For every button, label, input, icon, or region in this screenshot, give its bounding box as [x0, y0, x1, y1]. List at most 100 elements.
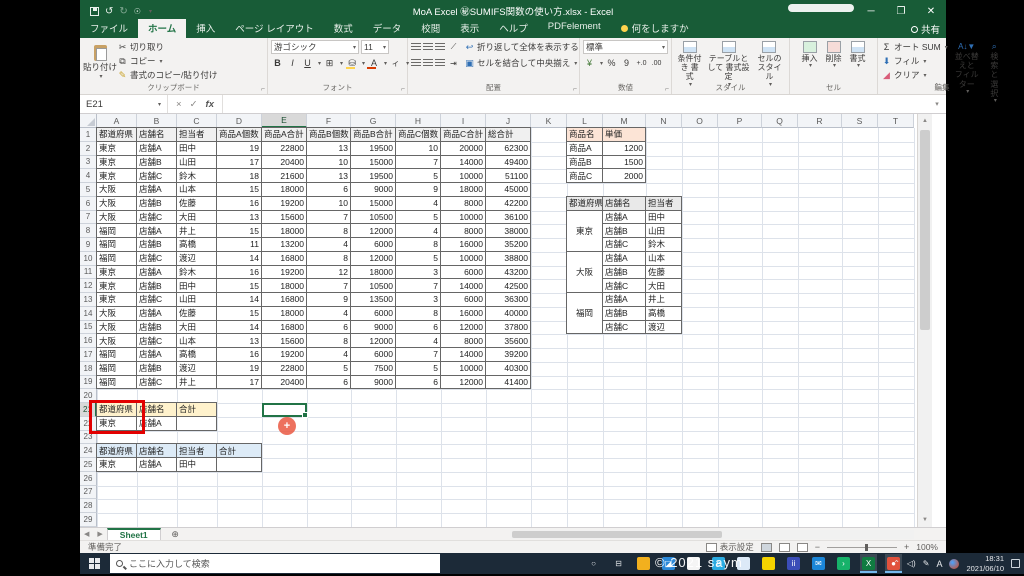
cell[interactable]: 10000 [441, 251, 486, 266]
cell[interactable]: 7 [307, 279, 351, 293]
cell[interactable]: 1200 [603, 141, 646, 156]
cell[interactable]: 19 [217, 361, 262, 376]
cell[interactable]: 山田 [177, 293, 217, 307]
cell[interactable]: 45000 [486, 183, 531, 197]
cell[interactable]: 19200 [262, 196, 307, 211]
cell[interactable]: 店舗A [137, 458, 177, 472]
formula-input[interactable] [223, 95, 928, 113]
taskbar-app-mail[interactable]: ✉ [810, 554, 827, 573]
sheet-nav-prev-icon[interactable]: ◀ [80, 530, 93, 538]
cell[interactable]: 6000 [351, 306, 396, 321]
horizontal-scroll-thumb[interactable] [512, 531, 722, 538]
cell[interactable]: 8000 [441, 334, 486, 348]
cell[interactable]: 4 [307, 306, 351, 321]
taskbar-app-task-view[interactable]: ⊟ [610, 554, 627, 573]
cell[interactable]: 商品名 [567, 128, 603, 142]
cell[interactable]: 22800 [262, 361, 307, 376]
cell[interactable]: 店舗C [137, 251, 177, 266]
cell[interactable]: 4 [307, 238, 351, 252]
cell[interactable]: 大田 [177, 320, 217, 335]
column-header-L[interactable]: L [567, 114, 603, 128]
cell[interactable]: 店舗B [603, 306, 646, 321]
clear-button[interactable]: ◢ クリア ▾ [881, 68, 948, 82]
cell[interactable]: 6000 [441, 265, 486, 280]
cell[interactable]: 店舗C [137, 375, 177, 390]
cell[interactable]: 担当者 [646, 196, 682, 211]
cell[interactable]: 福岡 [97, 361, 137, 376]
row-header-11[interactable]: 11 [80, 265, 97, 280]
cell[interactable]: 大阪 [97, 183, 137, 197]
cell[interactable]: 店舗A [137, 306, 177, 321]
start-button[interactable] [80, 553, 108, 574]
row-header-28[interactable]: 28 [80, 499, 97, 513]
column-header-Q[interactable]: Q [762, 114, 798, 128]
cell[interactable]: 店舗B [137, 279, 177, 293]
number-dialog-launcher[interactable]: ⌐ [665, 86, 669, 93]
cell[interactable]: 東京 [567, 210, 603, 252]
cell[interactable]: 10500 [351, 210, 396, 225]
save-icon[interactable] [90, 6, 99, 16]
cell[interactable]: 渡辺 [177, 251, 217, 266]
insert-cells-button[interactable]: 挿入 ▾ [800, 40, 820, 71]
taskbar-app-yellow-app[interactable] [760, 554, 777, 573]
cell[interactable]: 19 [217, 141, 262, 156]
cell[interactable]: 5 [396, 251, 441, 266]
cell[interactable]: 田中 [177, 458, 217, 472]
align-bottom-icon[interactable] [435, 43, 445, 51]
taskbar-app-file-explorer[interactable] [635, 554, 652, 573]
scroll-up-icon[interactable]: ▲ [918, 114, 932, 128]
cell[interactable]: 福岡 [97, 238, 137, 252]
cell[interactable]: 鈴木 [177, 169, 217, 183]
cell[interactable]: 店舗B [603, 265, 646, 280]
cell[interactable]: 14 [217, 320, 262, 335]
font-dialog-launcher[interactable]: ⌐ [401, 86, 405, 93]
cell[interactable]: 49400 [486, 155, 531, 170]
cell[interactable]: 福岡 [97, 375, 137, 390]
currency-icon[interactable]: ¥ [583, 57, 596, 70]
cell[interactable]: 18 [217, 169, 262, 183]
selected-cell-outline[interactable] [262, 403, 308, 418]
cell[interactable]: 16800 [262, 251, 307, 266]
cell[interactable]: 13 [217, 210, 262, 225]
cell[interactable]: 16000 [441, 238, 486, 252]
taskbar-app-cortana[interactable]: ○ [585, 554, 602, 573]
cell[interactable]: 店舗A [603, 293, 646, 307]
cell[interactable]: 6 [396, 375, 441, 390]
tell-me-box[interactable]: 何をしますか [611, 19, 699, 38]
cell[interactable]: 担当者 [177, 128, 217, 142]
insert-function-icon[interactable]: fx [206, 99, 214, 110]
cell[interactable]: 店舗C [137, 334, 177, 348]
cell[interactable]: 8 [307, 251, 351, 266]
cell[interactable]: 商品A [567, 141, 603, 156]
scroll-down-icon[interactable]: ▼ [918, 513, 932, 527]
display-settings-button[interactable]: 表示設定 [705, 541, 754, 553]
cell[interactable]: 東京 [97, 155, 137, 170]
cell[interactable]: 18000 [351, 265, 396, 280]
row-header-4[interactable]: 4 [80, 169, 97, 183]
zoom-in-icon[interactable]: + [904, 542, 909, 552]
cell[interactable]: 10 [307, 155, 351, 170]
row-header-29[interactable]: 29 [80, 513, 97, 527]
cell[interactable]: 店舗C [603, 320, 646, 335]
cell[interactable]: 15000 [351, 196, 396, 211]
ribbon-tab-2[interactable]: 挿入 [186, 19, 225, 38]
cell[interactable]: 16800 [262, 293, 307, 307]
cell[interactable]: 4 [396, 224, 441, 238]
cell[interactable]: 12000 [351, 334, 396, 348]
cell[interactable]: 商品C [567, 169, 603, 183]
cell[interactable]: 5 [396, 361, 441, 376]
sheet-nav-next-icon[interactable]: ▶ [93, 530, 106, 538]
cell[interactable]: 店舗名 [603, 196, 646, 211]
bold-button[interactable]: B [271, 57, 284, 70]
select-all-corner[interactable] [80, 114, 97, 128]
cell[interactable]: 13200 [262, 238, 307, 252]
cell[interactable]: 合計 [177, 403, 217, 417]
fill-button[interactable]: ⬇ フィル ▾ [881, 54, 948, 68]
cell[interactable]: 62300 [486, 141, 531, 156]
alignment-dialog-launcher[interactable]: ⌐ [573, 86, 577, 93]
orientation-icon[interactable]: ⟋ [447, 41, 460, 54]
cell[interactable]: 5 [396, 210, 441, 225]
cell[interactable]: 7 [396, 348, 441, 362]
row-header-17[interactable]: 17 [80, 348, 97, 362]
cell[interactable]: 9000 [351, 320, 396, 335]
